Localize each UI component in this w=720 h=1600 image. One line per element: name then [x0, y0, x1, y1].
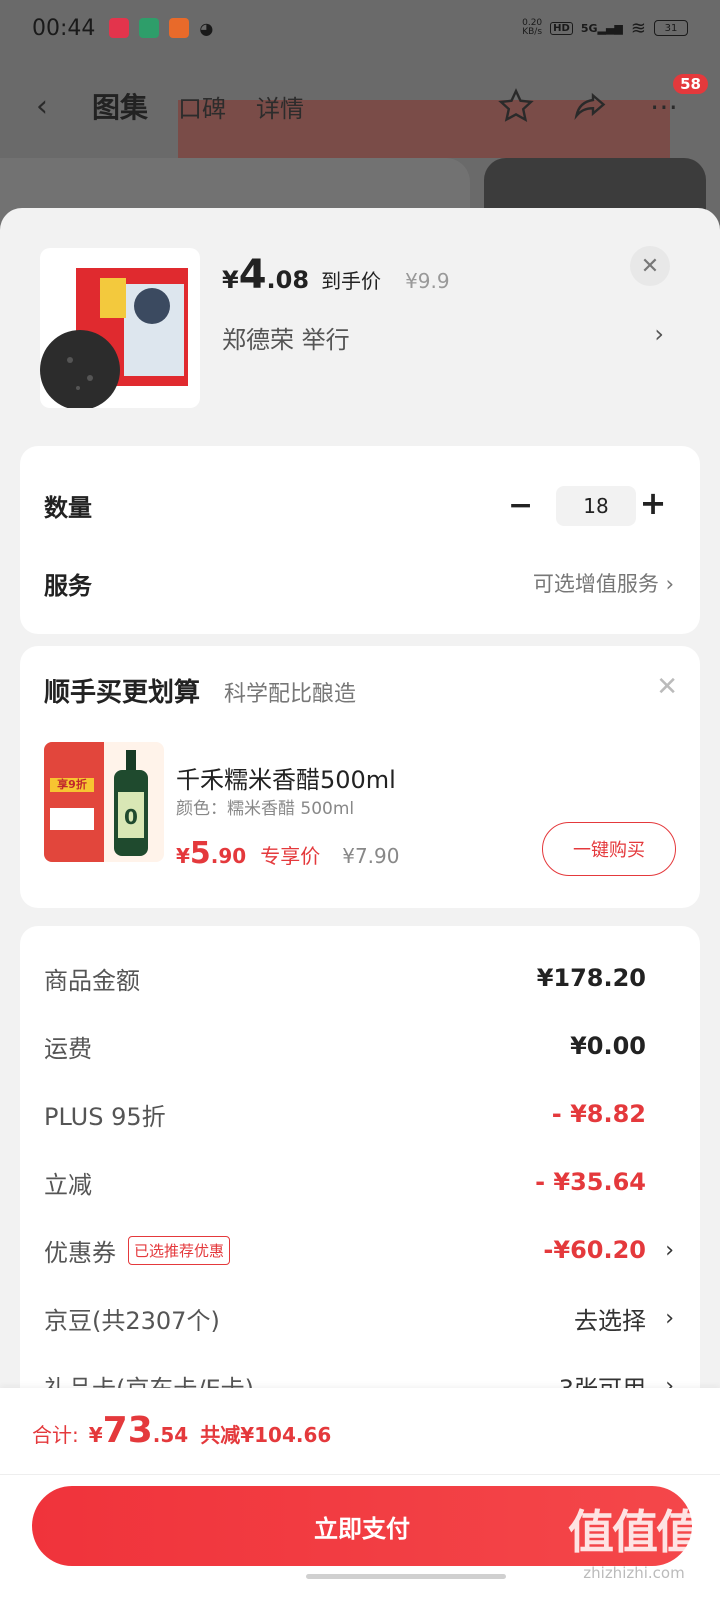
coupon-tag: 已选推荐优惠	[128, 1235, 231, 1265]
chevron-right-icon[interactable]: ›	[665, 1238, 674, 1263]
status-time: 00:44	[32, 15, 96, 41]
addon-product-name[interactable]: 千禾糯米香醋500ml	[176, 760, 396, 795]
summary-row: 立减 - ¥35.64	[44, 1168, 646, 1199]
message-count-badge: 58	[673, 74, 708, 94]
product-image[interactable]	[40, 248, 200, 408]
addon-card: 顺手买更划算 科学配比酿造 ✕ 0 享9折 千禾糯米香醋500ml 颜色：糯米香…	[20, 646, 700, 908]
checkout-bar: 合计: ¥ 73 .54 共减¥104.66 立即支付 值值值 zhizhizh…	[0, 1388, 720, 1600]
svg-text:0: 0	[124, 805, 138, 829]
tab-reviews[interactable]: 口碑	[178, 89, 226, 124]
wifi-icon: ≋	[630, 17, 646, 39]
addon-image-badge: 享9折	[57, 778, 87, 791]
addon-price: ¥ 5 .90 专享价 ¥7.90	[176, 836, 400, 871]
nav-bar: ‹ 图集 口碑 详情 ⋯ 58	[0, 74, 720, 134]
watermark: 值值值 zhizhizhi.com	[568, 1505, 702, 1582]
addon-title: 顺手买更划算	[44, 678, 201, 708]
app-notification-icon	[139, 18, 160, 38]
close-icon[interactable]: ✕	[656, 672, 678, 702]
network-speed: 0.20 KB/s	[522, 18, 543, 37]
total-saved: 共减¥104.66	[200, 1423, 332, 1447]
one-click-buy-button[interactable]: 一键购买	[542, 822, 676, 876]
coupon-row[interactable]: 优惠券 已选推荐优惠 -¥60.20 ›	[44, 1230, 674, 1270]
addon-original-price: ¥7.90	[342, 844, 400, 868]
close-icon[interactable]: ✕	[630, 246, 670, 286]
addon-subtitle: 科学配比酿造	[224, 682, 357, 707]
service-label: 服务	[44, 572, 92, 600]
back-icon[interactable]: ‹	[36, 89, 48, 124]
summary-row: PLUS 95折 - ¥8.82	[44, 1100, 646, 1131]
addon-product-spec: 颜色：糯米香醋 500ml	[176, 799, 355, 819]
exclusive-price-tag: 专享价	[260, 844, 321, 868]
product-spec[interactable]: 郑德荣 举行	[222, 320, 350, 355]
status-bar: 00:44 ◕ 0.20 KB/s HD 5G▂▄▆ ≋ 31	[0, 0, 720, 56]
hd-icon: HD	[550, 21, 573, 35]
total-amount: 合计: ¥ 73 .54 共减¥104.66	[32, 1410, 332, 1451]
tab-gallery[interactable]: 图集	[92, 86, 148, 126]
service-options-link[interactable]: 可选增值服务 ›	[533, 568, 674, 598]
quantity-service-card: 数量 − + 服务 可选增值服务 ›	[20, 446, 700, 634]
app-notification-icon	[109, 18, 130, 38]
summary-row: 商品金额 ¥178.20	[44, 964, 646, 995]
price-tag: 到手价	[321, 269, 382, 293]
summary-row: 运费 ¥0.00	[44, 1032, 646, 1063]
app-notification-icon	[169, 18, 190, 38]
cat-icon: ◕	[199, 18, 214, 38]
addon-product-image[interactable]: 0 享9折	[44, 742, 164, 862]
chevron-right-icon[interactable]: ›	[654, 320, 664, 348]
product-header: ¥ 4 .08 到手价 ¥9.9 郑德荣 举行 › ✕	[0, 208, 720, 430]
share-icon[interactable]	[570, 86, 610, 126]
chevron-right-icon[interactable]: ›	[665, 1306, 674, 1331]
divider	[0, 1474, 720, 1475]
quantity-input[interactable]	[556, 486, 636, 526]
plus-icon[interactable]: +	[638, 484, 668, 522]
battery-icon: 31	[654, 20, 688, 36]
tab-details[interactable]: 详情	[256, 89, 304, 124]
signal-icon: 5G▂▄▆	[580, 21, 623, 35]
quantity-label: 数量	[44, 494, 92, 522]
home-indicator[interactable]	[306, 1574, 506, 1579]
original-price: ¥9.9	[405, 269, 450, 293]
product-price: ¥ 4 .08 到手价 ¥9.9	[222, 252, 450, 298]
jd-beans-row[interactable]: 京豆(共2307个) 去选择 ›	[44, 1298, 674, 1338]
star-icon[interactable]	[496, 86, 536, 126]
minus-icon[interactable]: −	[508, 488, 533, 523]
